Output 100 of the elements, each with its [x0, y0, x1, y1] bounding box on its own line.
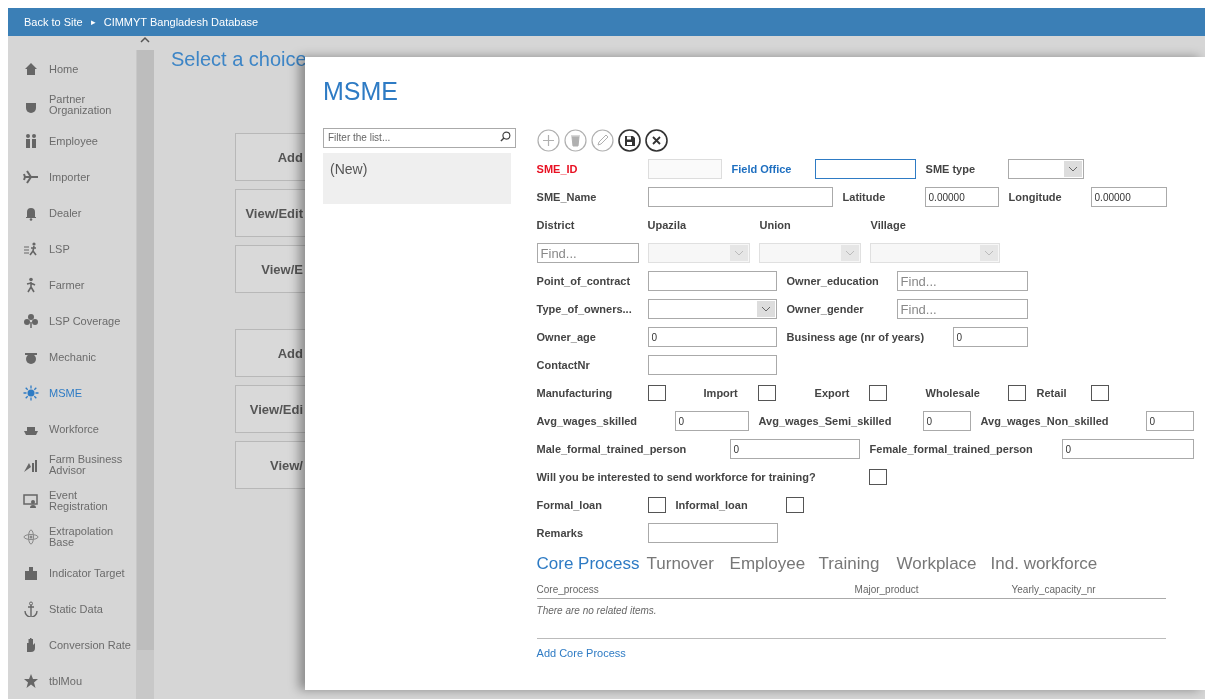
text-field[interactable]: 0	[674, 411, 749, 431]
checkbox[interactable]	[868, 385, 887, 401]
sidebar-item[interactable]: MSME	[8, 375, 136, 411]
checkbox[interactable]	[757, 385, 776, 401]
checkbox[interactable]	[647, 497, 666, 513]
sidebar-item[interactable]: Conversion Rate	[8, 627, 136, 663]
sun-icon	[23, 385, 39, 401]
checkbox[interactable]	[785, 497, 804, 513]
sidebar-item[interactable]: Partner Organization	[8, 87, 136, 123]
field-label: Import	[703, 387, 739, 399]
save-button[interactable]	[617, 128, 641, 152]
sidebar-item[interactable]: Dealer	[8, 195, 136, 231]
field-label: Formal_loan	[536, 499, 603, 511]
empty-message: There are no related items.	[536, 599, 1166, 639]
field-label: Business age (nr of years)	[786, 331, 926, 343]
sidebar-item[interactable]: Farm Business Advisor	[8, 447, 136, 483]
field-label: Field Office	[731, 163, 793, 175]
checkbox[interactable]	[868, 469, 887, 485]
lookup-field[interactable]: Find...	[536, 243, 639, 263]
tab[interactable]: Training	[818, 554, 893, 574]
text-field[interactable]: 0	[1061, 439, 1194, 459]
text-field[interactable]	[647, 523, 778, 543]
sidebar-item[interactable]: Event Registration	[8, 483, 136, 519]
list-item[interactable]: (New)	[323, 153, 511, 204]
sidebar-item[interactable]: Extrapolation Base	[8, 519, 136, 555]
checkbox[interactable]	[1007, 385, 1026, 401]
text-field[interactable]	[647, 271, 777, 291]
sidebar-item[interactable]: Employee	[8, 123, 136, 159]
field-label: SME_Name	[536, 191, 598, 203]
close-button[interactable]	[644, 128, 668, 152]
text-field[interactable]	[814, 159, 916, 179]
add-link[interactable]: Add Core Process	[536, 647, 1205, 659]
sidebar-item[interactable]: Farmer	[8, 267, 136, 303]
tab[interactable]: Turnover	[646, 554, 725, 574]
sidebar-item[interactable]: Importer	[8, 159, 136, 195]
back-link[interactable]: Back to Site	[24, 16, 83, 28]
sidebar-item[interactable]: Mechanic	[8, 339, 136, 375]
field-label: Retail	[1036, 387, 1068, 399]
field-label: Type_of_owners...	[536, 303, 633, 315]
bell-icon	[23, 205, 39, 221]
text-field[interactable]: 0.00000	[1090, 187, 1167, 207]
text-field[interactable]	[647, 355, 777, 375]
chevron-down-icon	[760, 306, 771, 312]
field-label: Owner_gender	[786, 303, 865, 315]
breadcrumb-separator: ▸	[90, 17, 96, 27]
sidebar-item[interactable]: Workforce	[8, 411, 136, 447]
column-header: Core_process	[536, 584, 600, 595]
anchor-icon	[23, 601, 39, 617]
checkbox[interactable]	[1090, 385, 1109, 401]
field-label: Female_formal_trained_person	[869, 443, 1034, 455]
lookup-field[interactable]: Find...	[896, 299, 1028, 319]
text-field[interactable]: 0.00000	[924, 187, 999, 207]
chevron-down-icon	[844, 250, 855, 256]
building-icon	[23, 565, 39, 581]
page-title: Select a choice	[171, 48, 308, 71]
text-field[interactable]: 0	[729, 439, 860, 459]
filter-field[interactable]: Filter the list...	[323, 127, 516, 148]
checkbox[interactable]	[647, 385, 666, 401]
column-header: Yearly_capacity_nr	[1011, 584, 1097, 595]
sidebar-item[interactable]: LSP	[8, 231, 136, 267]
text-field[interactable]	[647, 187, 833, 207]
field-label: Longitude	[1008, 191, 1063, 203]
sidebar-item[interactable]: Static Data	[8, 591, 136, 627]
chevron-up-icon[interactable]	[140, 36, 150, 44]
field-label: Remarks	[536, 527, 585, 539]
running-icon	[23, 241, 39, 257]
tab[interactable]: Core Process	[536, 554, 641, 574]
field-label: Avg_wages_skilled	[536, 415, 639, 427]
field-label: Point_of_contract	[536, 275, 632, 287]
star-icon	[23, 673, 39, 689]
field-label: Union	[759, 219, 792, 231]
field-label: SME type	[925, 163, 977, 175]
text-field[interactable]: 0	[647, 327, 777, 347]
field-label: SME_ID	[536, 163, 579, 175]
scrollbar[interactable]	[136, 36, 154, 699]
field-label: Village	[870, 219, 907, 231]
field-label: Export	[814, 387, 851, 399]
sidebar-item[interactable]: Indicator Target	[8, 555, 136, 591]
lookup-field[interactable]: Find...	[896, 271, 1028, 291]
field-label: Upazila	[647, 219, 688, 231]
sidebar-item[interactable]: tblMou	[8, 663, 136, 699]
chevron-down-icon	[983, 250, 994, 256]
text-field[interactable]: 0	[952, 327, 1028, 347]
site-title[interactable]: CIMMYT Bangladesh Database	[103, 16, 259, 28]
field-label: Wholesale	[925, 387, 981, 399]
airplane-icon	[23, 169, 39, 185]
clover-icon	[23, 313, 39, 329]
dropdown[interactable]	[1007, 159, 1084, 179]
sidebar-item[interactable]: Home	[8, 51, 136, 87]
sidebar-item[interactable]: LSP Coverage	[8, 303, 136, 339]
text-field[interactable]: 0	[922, 411, 971, 431]
dropdown[interactable]	[647, 299, 777, 319]
search-icon	[499, 131, 511, 142]
tab[interactable]: Workplace	[896, 554, 987, 574]
tab[interactable]: Employee	[729, 554, 814, 574]
field-label: Owner_education	[786, 275, 880, 287]
atom-icon	[23, 529, 39, 545]
tab[interactable]: Ind. workforce	[990, 554, 1111, 574]
chevron-down-icon	[733, 250, 744, 256]
text-field[interactable]: 0	[1145, 411, 1194, 431]
